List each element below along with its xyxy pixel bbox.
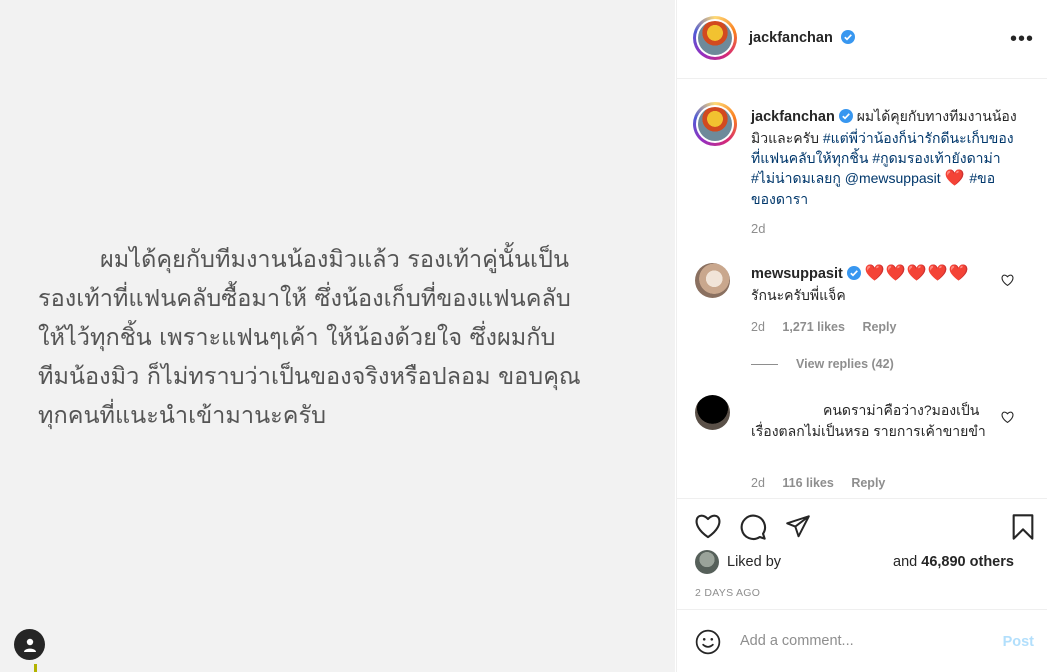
replies-divider (751, 363, 778, 365)
caption-text: jackfanchan ผมได้คุยกับทางทีมงานน้องมิวแ… (751, 106, 1019, 209)
comment-icon[interactable] (739, 513, 767, 546)
reply-button[interactable]: Reply (851, 476, 885, 490)
add-comment-input[interactable]: Add a comment... (740, 633, 854, 649)
verified-badge-icon (846, 265, 861, 285)
post-text-line: ผมได้คุยกับทีมงานน้องมิวแล้ว รองเท้าคู่น… (100, 245, 570, 273)
reply-button[interactable]: Reply (862, 320, 896, 334)
verified-badge-icon (838, 108, 853, 128)
bookmark-icon[interactable] (1010, 513, 1036, 546)
comment-like-icon[interactable] (1001, 410, 1014, 428)
comment-meta: 2d 116 likes Reply (751, 476, 885, 490)
add-comment-bar: Add a comment... Post (677, 611, 1047, 672)
commenter-avatar[interactable] (695, 263, 730, 298)
comment-likes[interactable]: 1,271 likes (782, 320, 845, 334)
likes-summary: Liked by and 46,890 others (695, 550, 1014, 574)
caption-username[interactable]: jackfanchan (751, 109, 835, 125)
post-details-panel: jackfanchan ••• jackfanchan ผมได้คุยกับท… (676, 0, 1047, 672)
liker-avatar[interactable] (695, 550, 719, 574)
heart-emoji: ❤️ (944, 170, 966, 187)
view-replies-button[interactable]: View replies (42) (751, 357, 894, 371)
post-image-text: ผมได้คุยกับทีมงานน้องมิวแล้ว รองเท้าคู่น… (38, 240, 648, 435)
author-username[interactable]: jackfanchan (749, 30, 833, 46)
mention-link[interactable]: @mewsuppasit (845, 170, 941, 186)
comment-time[interactable]: 2d (751, 320, 765, 334)
comment-text: คนดราม่าคือว่าง?มองเป็นเรื่องตลกไม่เป็นห… (751, 402, 986, 439)
comment-body: คนดราม่าคือว่าง?มองเป็นเรื่องตลกไม่เป็นห… (751, 400, 991, 441)
comment-likes[interactable]: 116 likes (782, 476, 833, 490)
commenter-avatar[interactable] (695, 395, 730, 430)
verified-badge-icon (841, 30, 856, 49)
post-date[interactable]: 2 DAYS AGO (695, 587, 760, 599)
and-label: and (893, 554, 918, 570)
caption-avatar[interactable] (693, 102, 737, 146)
comment-text: รักนะครับพี่แจ็ค (751, 287, 846, 303)
view-replies-label: View replies (42) (796, 357, 894, 371)
post-header: jackfanchan ••• (677, 0, 1047, 79)
comment-time[interactable]: 2d (751, 476, 765, 490)
liked-by-label: Liked by (727, 554, 782, 570)
comment-hearts: ❤️❤️❤️❤️❤️ (864, 265, 970, 282)
emoji-icon[interactable] (695, 629, 721, 660)
post-image[interactable]: ผมได้คุยกับทีมงานน้องมิวแล้ว รองเท้าคู่น… (0, 0, 675, 672)
hashtag-link[interactable]: #กูดมรองเท้ายังดาม่า (872, 150, 1000, 166)
image-artifact (34, 664, 37, 672)
post-text-line: ทุกคนที่แนะนำเข้ามานะครับ (38, 401, 327, 429)
post-text-line: ทีมน้องมิว ก็ไม่ทราบว่าเป็นของจริงหรือปล… (38, 362, 581, 390)
caption-time[interactable]: 2d (751, 221, 765, 236)
author-avatar[interactable] (693, 16, 737, 60)
comment-meta: 2d 1,271 likes Reply (751, 320, 896, 334)
comment-body: mewsuppasit ❤️❤️❤️❤️❤️ รักนะครับพี่แจ็ค (751, 263, 991, 305)
tagged-user-icon[interactable] (14, 629, 45, 660)
post-comment-button[interactable]: Post (1003, 634, 1034, 650)
post-text-line: ให้ไว้ทุกชิ้น เพราะแฟนๆเค้า ให้น้องด้วยใ… (38, 323, 556, 351)
post-text-line: รองเท้าที่แฟนคลับซื้อมาให้ ซึ่งน้องเก็บท… (38, 284, 571, 312)
more-options-icon[interactable]: ••• (1010, 28, 1034, 51)
hashtag-link[interactable]: #ไม่น่าดมเลยกู (751, 170, 841, 186)
comment-like-icon[interactable] (1001, 273, 1014, 291)
heart-icon[interactable] (694, 513, 722, 544)
share-icon[interactable] (784, 513, 812, 544)
post-actions: Liked by and 46,890 others 2 DAYS AGO (677, 498, 1047, 610)
likes-count[interactable]: 46,890 others (921, 554, 1014, 570)
commenter-username[interactable]: mewsuppasit (751, 266, 843, 282)
